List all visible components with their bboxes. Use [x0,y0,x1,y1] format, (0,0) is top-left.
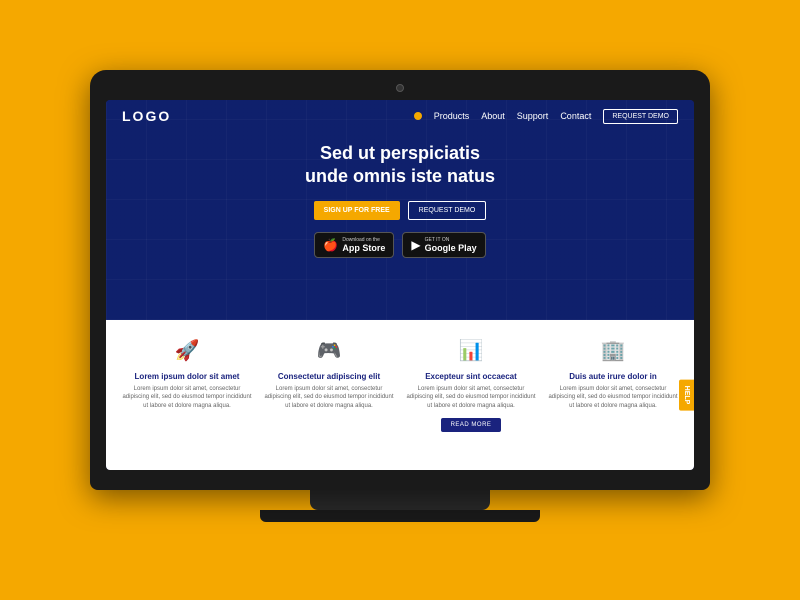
nav-logo: LOGO [122,108,171,124]
hero-title: Sed ut perspiciatis unde omnis iste natu… [305,142,495,189]
hero-section: LOGO Products About Support Contact REQU… [106,100,694,320]
feature-title-1: Lorem ipsum dolor sit amet [135,372,240,381]
feature-title-4: Duis aute irure dolor in [569,372,657,381]
store-buttons: 🍎 Download on the App Store ▶ GET IT ON [314,232,485,258]
request-demo-nav-button[interactable]: REQUEST DEMO [603,109,678,124]
feature-icon-2: 🎮 [313,334,345,366]
nav-link-contact[interactable]: Contact [560,111,591,121]
feature-icon-4: 🏢 [597,334,629,366]
feature-title-2: Consectetur adipiscing elit [278,372,380,381]
laptop-body: LOGO Products About Support Contact REQU… [90,70,710,490]
app-store-name: App Store [342,243,385,253]
hero-content: Sed ut perspiciatis unde omnis iste natu… [106,132,694,268]
hero-buttons: SIGN UP FOR FREE REQUEST DEMO [314,201,487,220]
nav-links: Products About Support Contact REQUEST D… [414,109,678,124]
feature-item-2: 🎮 Consectetur adipiscing elit Lorem ipsu… [264,334,394,432]
feature-icon-1: 🚀 [171,334,203,366]
read-more-button[interactable]: READ MORE [441,418,502,432]
laptop-screen: LOGO Products About Support Contact REQU… [106,100,694,470]
google-play-icon: ▶ [411,238,420,252]
features-section: 🚀 Lorem ipsum dolor sit amet Lorem ipsum… [106,320,694,470]
nav-link-about[interactable]: About [481,111,505,121]
feature-text-2: Lorem ipsum dolor sit amet, consectetur … [264,385,394,410]
laptop-base [260,510,540,522]
nav-link-products[interactable]: Products [434,111,470,121]
feature-icon-3: 📊 [455,334,487,366]
feature-text-1: Lorem ipsum dolor sit amet, consectetur … [122,385,252,410]
google-play-button[interactable]: ▶ GET IT ON Google Play [402,232,485,258]
laptop: LOGO Products About Support Contact REQU… [90,70,710,530]
feature-item-1: 🚀 Lorem ipsum dolor sit amet Lorem ipsum… [122,334,252,432]
help-badge[interactable]: HELP [679,380,694,411]
request-demo-button[interactable]: REQUEST DEMO [408,201,487,220]
feature-text-4: Lorem ipsum dolor sit amet, consectetur … [548,385,678,410]
feature-item-3: 📊 Excepteur sint occaecat Lorem ipsum do… [406,334,536,432]
feature-title-3: Excepteur sint occaecat [425,372,517,381]
signup-button[interactable]: SIGN UP FOR FREE [314,201,400,220]
google-play-name: Google Play [425,243,477,253]
app-store-button[interactable]: 🍎 Download on the App Store [314,232,394,258]
app-store-text: Download on the App Store [342,237,385,253]
laptop-stand [310,490,490,510]
website: LOGO Products About Support Contact REQU… [106,100,694,470]
features-grid: 🚀 Lorem ipsum dolor sit amet Lorem ipsum… [122,334,678,432]
navbar: LOGO Products About Support Contact REQU… [106,100,694,132]
laptop-camera [396,84,404,92]
nav-dot-icon [414,112,422,120]
apple-icon: 🍎 [323,238,338,252]
nav-link-support[interactable]: Support [517,111,549,121]
feature-item-4: 🏢 Duis aute irure dolor in Lorem ipsum d… [548,334,678,432]
google-play-text: GET IT ON Google Play [425,237,477,253]
feature-text-3: Lorem ipsum dolor sit amet, consectetur … [406,385,536,410]
